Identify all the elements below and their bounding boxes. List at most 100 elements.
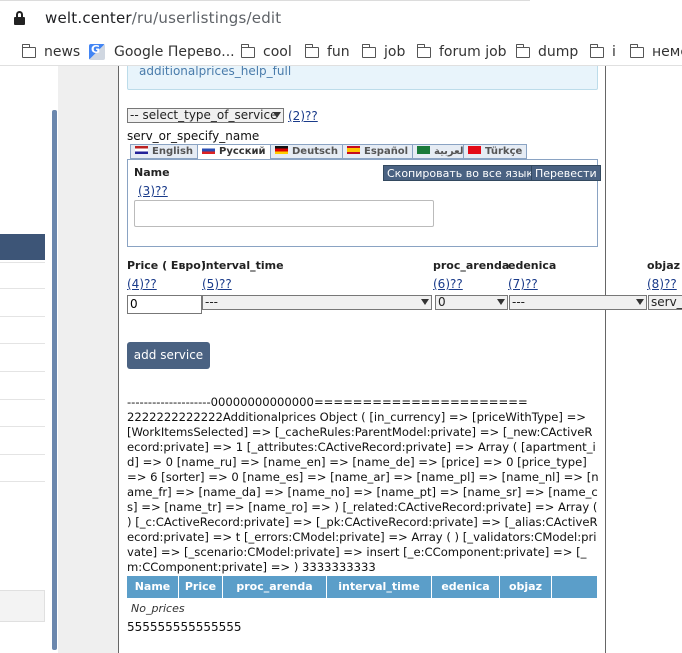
tab-turkish[interactable]: Türkçe: [463, 144, 528, 159]
debug-dump-text: --------------------00000000000000======…: [127, 395, 599, 574]
tab-label: Türkçe: [485, 146, 523, 157]
sidebar-footer-box: [0, 590, 45, 622]
bookmark-label: fun: [327, 44, 350, 60]
google-translate-icon: [89, 43, 105, 60]
proc-arenda-label: proc_arenda: [433, 259, 510, 272]
service-type-select[interactable]: -- select_type_of_service: [127, 108, 284, 123]
left-sidebar: [0, 66, 58, 653]
flag-es-icon: [347, 146, 360, 154]
objaz-value: serv_: [651, 295, 682, 309]
interval-hint-link[interactable]: (5)??: [202, 277, 232, 291]
lock-icon[interactable]: [14, 11, 25, 25]
bookmark-cool[interactable]: cool: [240, 43, 292, 60]
address-bar[interactable]: welt.center/ru/userlistings/edit: [0, 0, 682, 38]
edenica-hint-link[interactable]: (7)??: [508, 277, 538, 291]
tab-spanish[interactable]: Español: [342, 144, 414, 159]
chevron-down-icon: [497, 299, 505, 305]
tab-label: English: [152, 146, 194, 157]
sidebar-divider: [0, 288, 45, 289]
bookmark-neme[interactable]: неме: [629, 43, 682, 60]
tab-label: Español: [364, 146, 409, 157]
objaz-select[interactable]: serv_: [648, 295, 682, 310]
bookmark-fun[interactable]: fun: [304, 43, 350, 60]
grid-header-name[interactable]: Name: [127, 576, 179, 598]
edenica-label: edenica: [508, 259, 557, 272]
sidebar-divider: [0, 399, 45, 400]
bookmark-label: i: [612, 44, 616, 60]
bookmark-i[interactable]: i: [589, 43, 616, 60]
price-input-value: 0: [130, 297, 138, 311]
add-service-button[interactable]: add service: [127, 342, 210, 369]
price-input[interactable]: 0: [127, 295, 202, 314]
grid-header-interval-time[interactable]: interval_time: [327, 576, 432, 598]
grid-header-actions: [552, 576, 597, 598]
copy-all-languages-button[interactable]: Скопировать во все языки: [383, 165, 545, 181]
grid-header-proc-arenda[interactable]: proc_arenda: [223, 576, 327, 598]
sidebar-divider: [0, 481, 45, 482]
objaz-label: objaz: [647, 259, 681, 272]
help-text: additionalprices_help_full: [139, 66, 292, 78]
price-hint-link[interactable]: (4)??: [127, 277, 157, 291]
flag-sa-icon: [417, 146, 430, 154]
bookmark-label: Google Перево...: [114, 44, 235, 60]
flag-ru-icon: [202, 146, 215, 154]
folder-icon: [304, 43, 319, 58]
bookmark-dump[interactable]: dump: [515, 43, 579, 60]
interval-value: ---: [205, 295, 218, 309]
tab-label: العربية: [434, 146, 467, 157]
edenica-select[interactable]: ---: [509, 295, 647, 310]
flag-gb-icon: [135, 146, 148, 154]
chevron-down-icon: [636, 299, 644, 305]
proc-arenda-select[interactable]: 0: [435, 295, 508, 310]
grid-header-edenica[interactable]: edenica: [432, 576, 500, 598]
bookmarks-bar: news Google Перево... cool fun job forum…: [0, 38, 682, 66]
folder-icon: [629, 43, 644, 58]
bookmark-label: dump: [538, 44, 579, 60]
grid-header-price[interactable]: Price: [179, 576, 223, 598]
folder-icon: [589, 43, 604, 58]
no-prices-text: No_prices: [131, 602, 185, 615]
bookmark-job[interactable]: job: [361, 43, 406, 60]
chevron-down-icon: [421, 299, 429, 305]
bookmark-news[interactable]: news: [21, 43, 81, 60]
folder-icon: [21, 43, 36, 58]
arenda-value: 0: [438, 295, 446, 309]
interval-time-select[interactable]: ---: [202, 295, 432, 310]
bookmark-forum-job[interactable]: forum job: [416, 43, 507, 60]
tab-german[interactable]: Deutsch: [270, 144, 343, 159]
footer-number: 555555555555555: [127, 620, 242, 634]
tab-label: Русский: [219, 146, 266, 157]
folder-icon: [416, 43, 431, 58]
folder-icon: [240, 43, 255, 58]
service-hint-link[interactable]: (2)??: [288, 109, 318, 123]
grid-header-objaz[interactable]: objaz: [500, 576, 552, 598]
sidebar-item-active[interactable]: [0, 234, 45, 260]
serv-or-specify-label: serv_or_specify_name: [127, 129, 260, 143]
arenda-hint-link[interactable]: (6)??: [433, 277, 463, 291]
bookmark-label: cool: [263, 44, 292, 60]
tab-strip-edge: [0, 0, 530, 1]
objaz-hint-link[interactable]: (8)??: [647, 277, 677, 291]
interval-time-label: interval_time: [202, 259, 284, 272]
bookmark-label: job: [384, 44, 406, 60]
sidebar-divider: [0, 316, 45, 317]
main-content: additionalprices_help_full -- select_typ…: [118, 66, 682, 653]
name-input[interactable]: [134, 200, 434, 227]
tab-russian[interactable]: Русский: [197, 144, 271, 160]
translate-button[interactable]: Перевести: [531, 165, 601, 181]
help-box: additionalprices_help_full: [127, 66, 598, 90]
flag-tr-icon: [468, 146, 481, 154]
url-text[interactable]: welt.center/ru/userlistings/edit: [45, 9, 281, 27]
sidebar-divider: [0, 426, 45, 427]
edenica-value: ---: [512, 295, 525, 309]
name-hint-link[interactable]: (3)??: [138, 184, 168, 198]
sidebar-scrollbar[interactable]: [52, 110, 57, 650]
bookmark-google-translate[interactable]: Google Перево...: [89, 43, 235, 60]
price-label: Price ( Евро): [127, 259, 206, 272]
tab-english[interactable]: English: [130, 144, 199, 159]
page-viewport: additionalprices_help_full -- select_typ…: [0, 66, 682, 653]
flag-de-icon: [275, 146, 288, 154]
chevron-down-icon: [273, 112, 281, 118]
name-panel: Name Скопировать во все языки Перевести …: [127, 159, 601, 247]
bookmark-label: news: [44, 44, 81, 60]
